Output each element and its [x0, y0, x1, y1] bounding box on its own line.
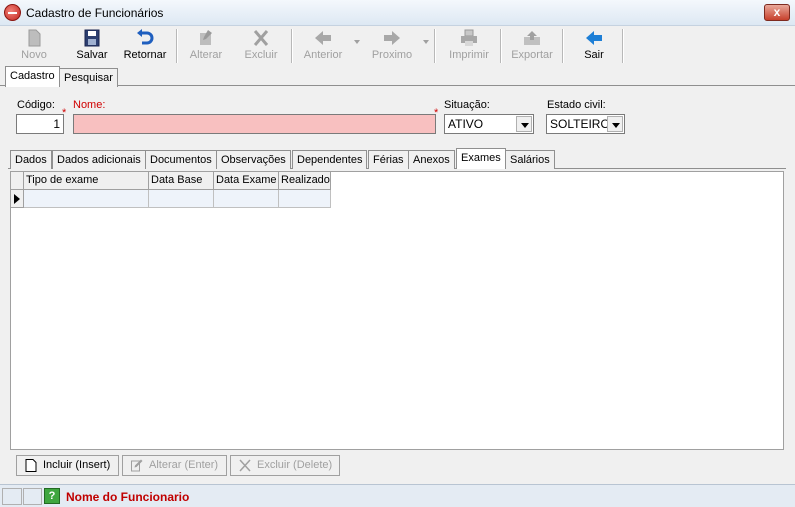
salvar-button[interactable]: Salvar: [70, 27, 114, 65]
column-header-tipo-exame[interactable]: Tipo de exame: [24, 172, 149, 190]
tab-anexos[interactable]: Anexos: [408, 150, 455, 169]
status-text: Nome do Funcionario: [66, 490, 190, 504]
app-icon: [4, 4, 21, 21]
tab-ferias[interactable]: Férias: [368, 150, 409, 169]
excluir-button[interactable]: Excluir: [239, 27, 283, 65]
column-header-realizado[interactable]: Realizado: [279, 172, 331, 190]
delete-x-icon: [239, 459, 251, 472]
alterar-grid-label: Alterar (Enter): [149, 459, 219, 471]
status-bar: ? Nome do Funcionario: [0, 484, 795, 507]
exit-arrow-icon: [584, 29, 604, 47]
anterior-button[interactable]: Anterior: [299, 27, 347, 65]
excluir-grid-label: Excluir (Delete): [257, 459, 333, 471]
title-bar: Cadastro de Funcionários x: [0, 0, 795, 26]
tab-salarios[interactable]: Salários: [505, 150, 555, 169]
grid-cell[interactable]: [149, 190, 214, 208]
situacao-label: Situação:: [444, 99, 490, 111]
tab-observacoes[interactable]: Observações: [216, 150, 291, 169]
estado-civil-value: SOLTEIRO: [550, 117, 610, 131]
incluir-label: Incluir (Insert): [43, 459, 111, 471]
row-indicator-icon: [11, 190, 24, 208]
tab-documentos[interactable]: Documentos: [145, 150, 217, 169]
alterar-grid-button[interactable]: Alterar (Enter): [122, 455, 227, 476]
proximo-label: Proximo: [371, 49, 413, 61]
chevron-down-icon[interactable]: [516, 116, 532, 132]
save-disk-icon: [82, 29, 102, 47]
arrow-right-icon: [382, 29, 402, 47]
sair-button[interactable]: Sair: [572, 27, 616, 65]
anterior-dropdown-icon[interactable]: [354, 40, 360, 44]
grid-cell[interactable]: [279, 190, 331, 208]
undo-arrow-icon: [135, 29, 155, 47]
incluir-button[interactable]: Incluir (Insert): [16, 455, 119, 476]
codigo-field[interactable]: 1: [16, 114, 64, 134]
situacao-select[interactable]: ATIVO: [444, 114, 534, 134]
retornar-label: Retornar: [123, 49, 167, 61]
help-icon[interactable]: ?: [44, 488, 60, 504]
tab-dados[interactable]: Dados: [10, 150, 52, 169]
toolbar: Novo Salvar Retornar Alterar Excluir Ant…: [4, 27, 791, 65]
toolbar-separator: [291, 29, 293, 63]
tab-dados-adicionais[interactable]: Dados adicionais: [52, 150, 146, 169]
nome-label: Nome:: [73, 99, 106, 111]
anterior-label: Anterior: [303, 49, 343, 61]
toolbar-separator: [500, 29, 502, 63]
novo-button[interactable]: Novo: [12, 27, 56, 65]
salvar-label: Salvar: [76, 49, 108, 61]
estado-civil-select[interactable]: SOLTEIRO: [546, 114, 625, 134]
sair-label: Sair: [584, 49, 604, 61]
window-title: Cadastro de Funcionários: [26, 6, 164, 20]
status-cell: [23, 488, 42, 505]
printer-icon: [459, 29, 479, 47]
main-tab-divider: [0, 85, 795, 86]
new-document-icon: [24, 29, 44, 47]
arrow-left-icon: [313, 29, 333, 47]
exportar-label: Exportar: [511, 49, 553, 61]
delete-x-icon: [251, 29, 271, 47]
new-document-icon: [25, 459, 37, 472]
export-icon: [522, 29, 542, 47]
chevron-down-icon[interactable]: [607, 116, 623, 132]
imprimir-button[interactable]: Imprimir: [444, 27, 494, 65]
grid-cell[interactable]: [24, 190, 149, 208]
nome-field[interactable]: [73, 114, 436, 134]
alterar-label: Alterar: [189, 49, 223, 61]
toolbar-separator: [176, 29, 178, 63]
status-cell: [2, 488, 22, 505]
edit-icon: [131, 459, 143, 472]
tab-cadastro[interactable]: Cadastro: [5, 66, 60, 87]
tab-pesquisar[interactable]: Pesquisar: [59, 68, 118, 87]
tab-exames[interactable]: Exames: [456, 148, 506, 169]
tab-dependentes[interactable]: Dependentes: [292, 150, 368, 169]
toolbar-separator: [622, 29, 624, 63]
proximo-button[interactable]: Proximo: [368, 27, 416, 65]
excluir-grid-button[interactable]: Excluir (Delete): [230, 455, 340, 476]
retornar-button[interactable]: Retornar: [120, 27, 170, 65]
column-header-data-base[interactable]: Data Base: [149, 172, 214, 190]
close-button[interactable]: x: [764, 4, 790, 21]
codigo-label: Código:: [17, 99, 55, 111]
exportar-button[interactable]: Exportar: [506, 27, 558, 65]
proximo-dropdown-icon[interactable]: [423, 40, 429, 44]
excluir-label: Excluir: [244, 49, 278, 61]
exames-grid[interactable]: Tipo de exame Data Base Data Exame Reali…: [10, 171, 784, 450]
edit-icon: [196, 29, 216, 47]
estado-civil-label: Estado civil:: [547, 99, 606, 111]
grid-corner: [11, 172, 24, 190]
column-header-data-exame[interactable]: Data Exame: [214, 172, 279, 190]
novo-label: Novo: [21, 49, 47, 61]
imprimir-label: Imprimir: [449, 49, 489, 61]
alterar-button[interactable]: Alterar: [184, 27, 228, 65]
toolbar-separator: [562, 29, 564, 63]
situacao-value: ATIVO: [448, 117, 484, 131]
toolbar-separator: [434, 29, 436, 63]
grid-cell[interactable]: [214, 190, 279, 208]
